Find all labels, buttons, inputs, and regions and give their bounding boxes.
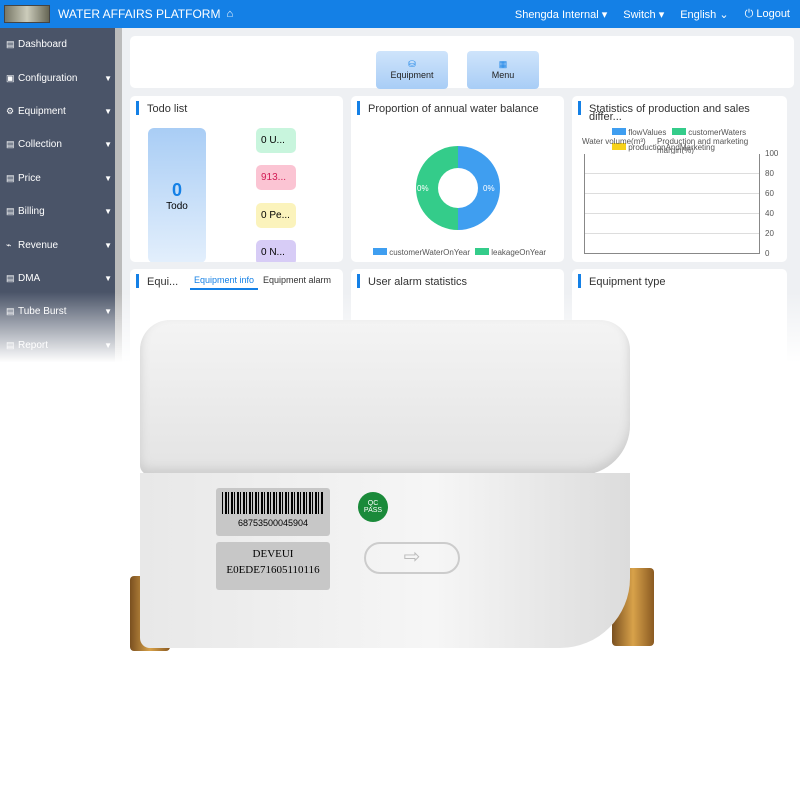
equipment-label: Equipment <box>390 70 434 80</box>
sidebar-item-label: Price <box>18 172 41 184</box>
todo-count: 0 <box>171 180 182 200</box>
caret-down-icon: ▼ <box>104 207 112 217</box>
alarm-title: User alarm statistics <box>357 274 564 288</box>
logo <box>4 5 50 23</box>
todo-total[interactable]: 0 Todo <box>148 128 206 262</box>
legend-item: leakageOnYear <box>475 248 546 257</box>
y-tick-label: 100 <box>765 149 779 158</box>
sidebar-item-collection[interactable]: ▤ Collection ▼ <box>0 128 115 161</box>
sidebar-item-revenue[interactable]: ⌁ Revenue ▼ <box>0 228 115 261</box>
language-select[interactable]: English ⌄ <box>680 8 728 21</box>
sidebar-item-dashboard[interactable]: ▤ Dashboard <box>0 28 115 61</box>
deveui-title: DEVEUI <box>252 548 294 560</box>
qc-pass-sticker: QC PASS <box>358 492 388 522</box>
org-select[interactable]: Shengda Internal ▾ <box>515 8 607 21</box>
caret-down-icon: ▼ <box>104 140 112 150</box>
sidebar-item-dma[interactable]: ▤ DMA ▼ <box>0 262 115 295</box>
deveui-label: DEVEUI E0EDE71605110116 <box>216 542 330 590</box>
sidebar-item-label: Revenue <box>18 239 59 251</box>
menu-icon: ▤ <box>6 39 15 50</box>
caret-down-icon: ▼ <box>104 240 112 250</box>
legend-item: flowValues <box>612 128 666 137</box>
menu-icon: ▤ <box>6 139 15 150</box>
menu-button[interactable]: ▦ Menu <box>467 51 539 89</box>
y-tick-label: 80 <box>765 169 774 178</box>
production-sales-card: Statistics of production and sales diffe… <box>572 96 787 262</box>
y-tick-label: 60 <box>765 189 774 198</box>
todo-pill[interactable]: 913... <box>256 165 296 190</box>
y-tick-label: 0 <box>765 249 770 258</box>
legend-item: customerWaterOnYear <box>373 248 470 257</box>
equip-title: Equi... <box>136 274 178 288</box>
menu-label: Menu <box>491 70 515 80</box>
deveui-value: E0EDE71605110116 <box>226 564 320 576</box>
donut-label-right: 0% <box>483 184 495 193</box>
sidebar-item-label: Equipment <box>18 105 66 117</box>
menu-icon: ▤ <box>6 206 15 217</box>
switch-menu[interactable]: Switch ▾ <box>623 8 664 21</box>
logout-button[interactable]: ⏻ Logout <box>745 8 790 21</box>
flow-arrow-icon: ⇨ <box>364 542 460 574</box>
todo-title: Todo list <box>136 101 343 115</box>
balance-title: Proportion of annual water balance <box>357 101 564 115</box>
sidebar-item-billing[interactable]: ▤ Billing ▼ <box>0 195 115 228</box>
sidebar-item-configuration[interactable]: ▣ Configuration ▼ <box>0 61 115 94</box>
caret-down-icon: ▼ <box>104 73 112 83</box>
equipment-button[interactable]: ⛁ Equipment <box>376 51 448 89</box>
todo-label: Todo <box>166 201 188 212</box>
top-bar: WATER AFFAIRS PLATFORM ⌂ Shengda Interna… <box>0 0 800 28</box>
quick-access-card: ⛁ Equipment ▦ Menu <box>130 36 794 89</box>
sidebar-item-label: Dashboard <box>18 39 67 51</box>
caret-down-icon: ▼ <box>104 106 112 116</box>
menu-icon: ▣ <box>6 72 15 83</box>
menu-icon: ▤ <box>6 272 15 283</box>
y-tick-label: 40 <box>765 209 774 218</box>
y-axis-left-label: Water volume(m³) <box>582 137 646 146</box>
sidebar-item-label: Collection <box>18 139 62 151</box>
sidebar-item-price[interactable]: ▤ Price ▼ <box>0 162 115 195</box>
legend-item: customerWaters <box>672 128 746 137</box>
donut-label-left: 0% <box>417 184 429 193</box>
water-meter-photo: 68753500045904 DEVEUI E0EDE71605110116 Q… <box>120 318 680 698</box>
todo-pill[interactable]: 0 N... <box>256 240 296 262</box>
todo-pill[interactable]: 0 U... <box>256 128 296 153</box>
app-title: WATER AFFAIRS PLATFORM <box>58 7 221 21</box>
y-tick-label: 20 <box>765 229 774 238</box>
todo-pill[interactable]: 0 Pe... <box>256 203 296 228</box>
sidebar-item-label: Billing <box>18 206 45 218</box>
sidebar-item-label: Configuration <box>18 72 78 84</box>
stats-title: Statistics of production and sales diffe… <box>578 101 787 123</box>
etype-title: Equipment type <box>578 274 787 288</box>
chart-plot <box>584 154 760 254</box>
menu-icon: ⌁ <box>6 239 12 250</box>
menu-icon: ▤ <box>6 172 15 183</box>
tab-equipment-info[interactable]: Equipment info <box>190 275 259 290</box>
home-icon[interactable]: ⌂ <box>226 8 233 20</box>
barcode-label: 68753500045904 <box>216 488 330 536</box>
tab-equipment-alarm[interactable]: Equipment alarm <box>263 275 331 285</box>
menu-icon: ⚙ <box>6 105 15 116</box>
caret-down-icon: ▼ <box>104 173 112 183</box>
barcode-number: 68753500045904 <box>237 518 309 528</box>
sidebar-item-equipment[interactable]: ⚙ Equipment ▼ <box>0 95 115 128</box>
caret-down-icon: ▼ <box>104 273 112 283</box>
logout-label: Logout <box>756 7 790 20</box>
water-balance-card: Proportion of annual water balance 0% 0%… <box>351 96 564 262</box>
meter-lid <box>140 320 630 475</box>
sidebar-item-label: DMA <box>18 272 41 284</box>
todo-card: Todo list 0 Todo 0 U... 913... 0 Pe... 0 … <box>130 96 343 262</box>
